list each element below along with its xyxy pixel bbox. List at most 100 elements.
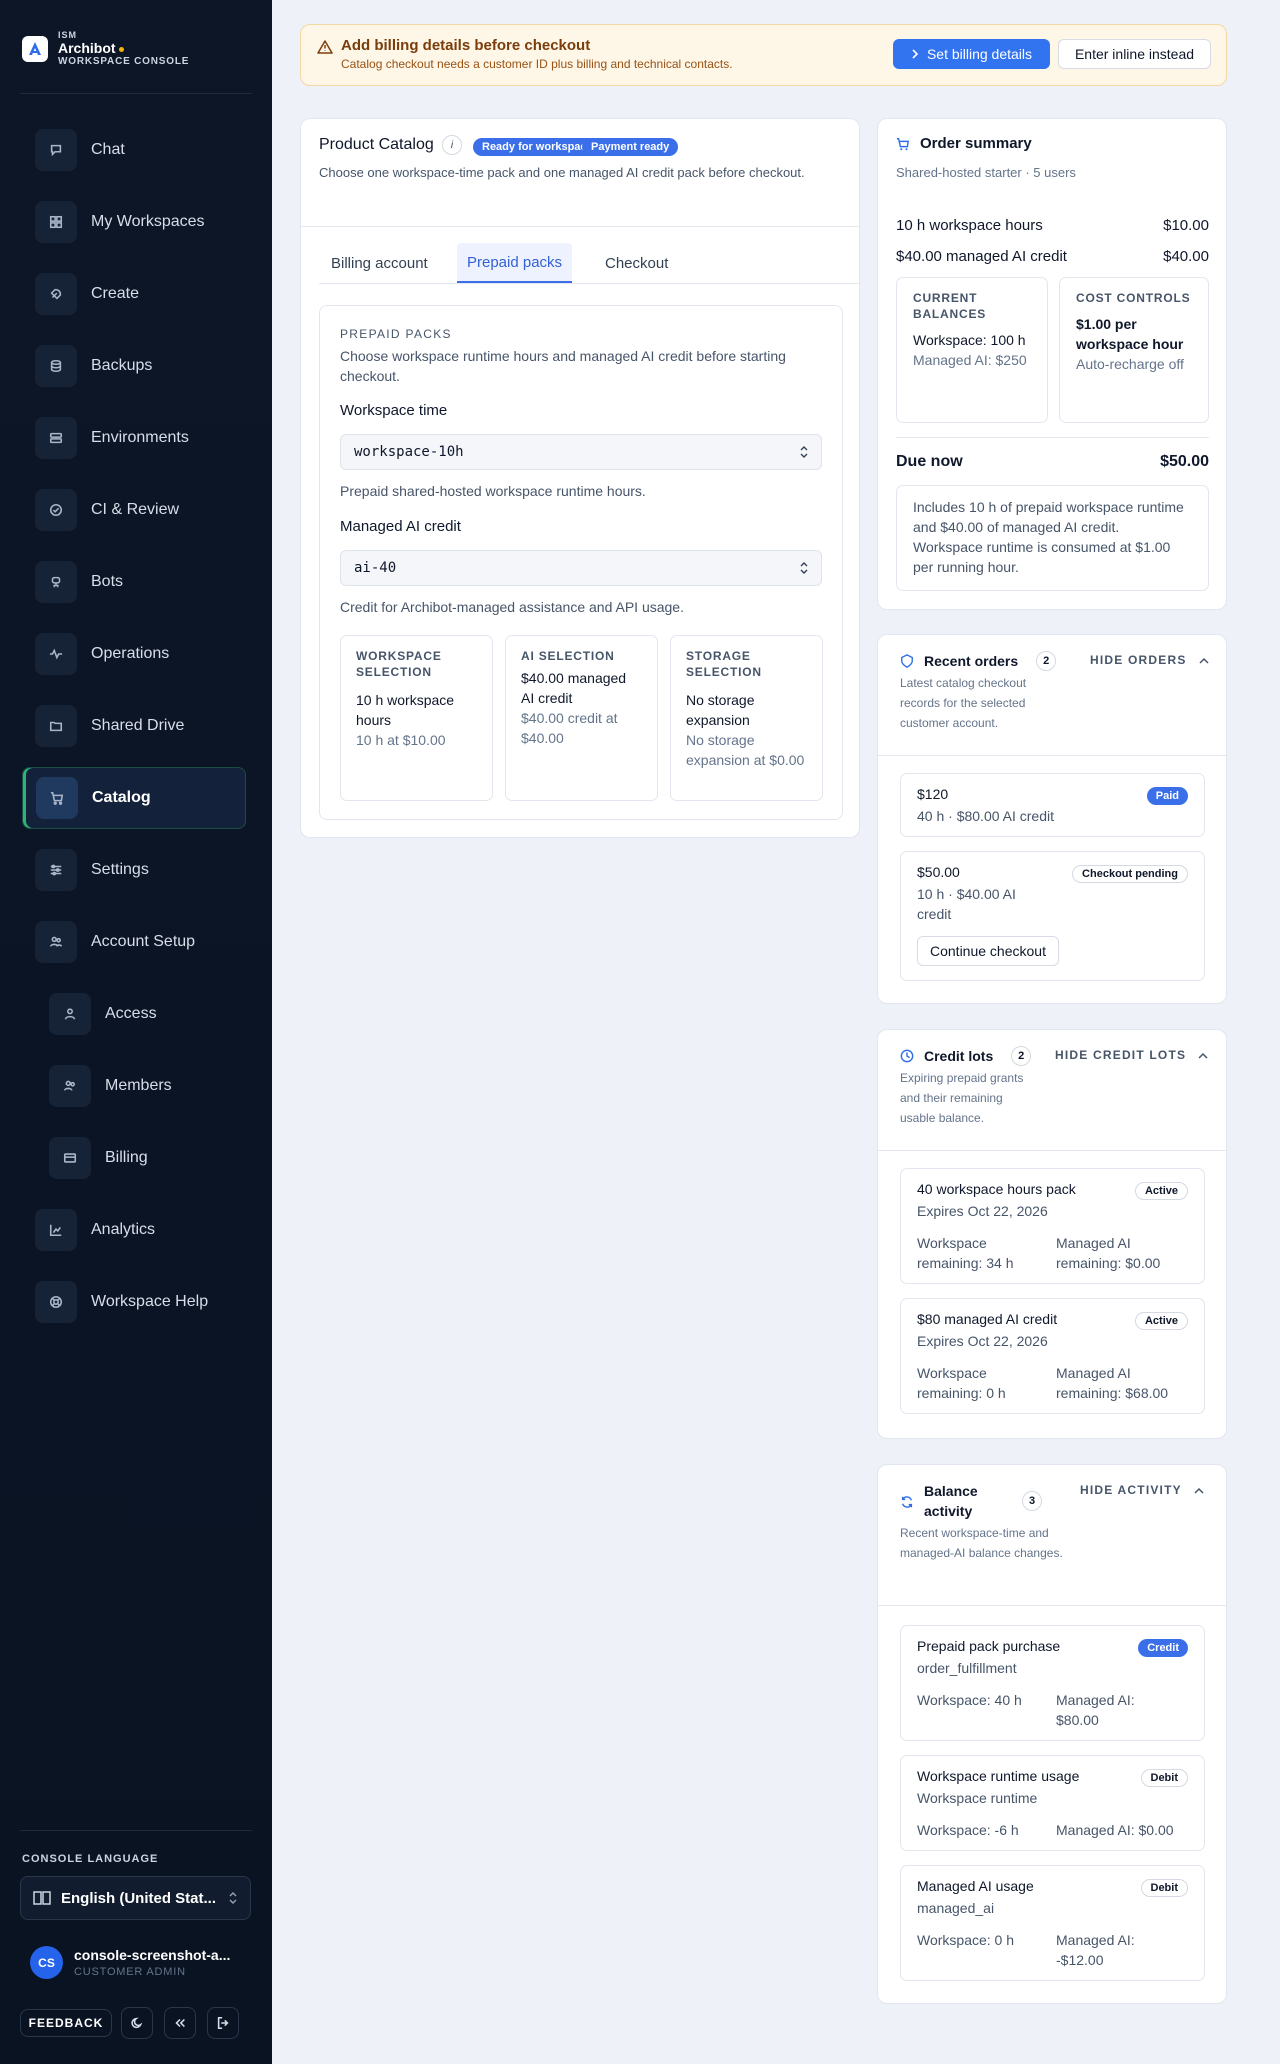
sidebar-item-label: Bots	[91, 573, 124, 590]
sign-out-button[interactable]	[207, 2007, 239, 2039]
tab-prepaid-packs[interactable]: Prepaid packs	[457, 243, 573, 283]
hide-credit-lots-button[interactable]: HIDE CREDIT LOTS	[1055, 1048, 1208, 1062]
sidebar-item-access[interactable]: Access	[36, 983, 246, 1045]
order-summary-subtitle: Shared-hosted starter · 5 users	[896, 165, 1076, 180]
list-item[interactable]: $50.00 10 h · $40.00 AI credit Checkout …	[900, 851, 1205, 981]
hide-activity-button[interactable]: HIDE ACTIVITY	[1080, 1483, 1204, 1497]
summary-detail: 10 h at $10.00	[356, 732, 446, 748]
lot-expiry: Expires Oct 22, 2026	[917, 1203, 1048, 1219]
divider	[20, 1830, 252, 1831]
activity-title: Workspace runtime usage	[917, 1768, 1080, 1784]
sidebar-item-label: Shared Drive	[91, 717, 185, 734]
list-item[interactable]: $80 managed AI credit Expires Oct 22, 20…	[900, 1298, 1205, 1414]
sidebar-item-operations[interactable]: Operations	[22, 623, 246, 685]
line-label: 10 h workspace hours	[896, 217, 1043, 234]
user-profile[interactable]: CS console-screenshot-a... CUSTOMER ADMI…	[30, 1946, 230, 1979]
status-badge: Paid	[1146, 787, 1188, 805]
brand-subtitle: WORKSPACE CONSOLE	[58, 56, 190, 67]
chat-icon	[35, 129, 77, 171]
balances-label: CURRENT BALANCES	[913, 291, 987, 321]
chevron-up-icon	[1194, 1487, 1204, 1494]
hide-activity-label: HIDE ACTIVITY	[1080, 1483, 1182, 1497]
list-item[interactable]: Prepaid pack purchase order_fulfillment …	[900, 1625, 1205, 1741]
info-icon[interactable]: i	[442, 135, 462, 155]
payment-badge: Payment ready	[582, 138, 679, 156]
feedback-button[interactable]: FEEDBACK	[20, 2009, 112, 2037]
activity-title: Managed AI usage	[917, 1878, 1034, 1894]
chevron-right-icon	[912, 49, 919, 59]
sidebar-item-analytics[interactable]: Analytics	[22, 1199, 246, 1261]
enter-inline-button[interactable]: Enter inline instead	[1058, 39, 1211, 69]
lot-workspace-remaining: Workspace remaining: 0 h	[917, 1365, 1006, 1401]
users-icon	[35, 921, 77, 963]
cost-controls-value: $1.00 per workspace hour	[1076, 316, 1184, 352]
lifebuoy-icon	[35, 1281, 77, 1323]
catalog-description: Choose one workspace-time pack and one m…	[319, 165, 805, 180]
tab-billing-account[interactable]: Billing account	[321, 243, 438, 283]
sidebar-item-billing[interactable]: Billing	[36, 1127, 246, 1189]
sidebar-item-ci-review[interactable]: CI & Review	[22, 479, 246, 541]
list-item[interactable]: $120 40 h · $80.00 AI credit Paid	[900, 773, 1205, 837]
sidebar-item-label: Workspace Help	[91, 1293, 209, 1310]
language-select[interactable]: English (United Stat...	[20, 1876, 251, 1920]
cost-controls-label: COST CONTROLS	[1076, 291, 1191, 305]
summary-label: WORKSPACE SELECTION	[356, 649, 442, 679]
divider	[878, 1150, 1226, 1151]
sidebar-item-workspace-help[interactable]: Workspace Help	[22, 1271, 246, 1333]
status-badge: Debit	[1140, 1879, 1188, 1897]
collapse-sidebar-button[interactable]	[164, 2007, 196, 2039]
hide-orders-button[interactable]: HIDE ORDERS	[1090, 653, 1209, 667]
summary-detail: No storage expansion at $0.00	[686, 732, 805, 768]
recent-orders-card: Recent orders 2 Latest catalog checkout …	[877, 634, 1227, 1004]
sidebar-item-members[interactable]: Members	[36, 1055, 246, 1117]
sidebar-item-account-setup[interactable]: Account Setup	[22, 911, 246, 973]
set-billing-details-button[interactable]: Set billing details	[893, 39, 1050, 69]
database-icon	[35, 345, 77, 387]
folder-icon	[35, 705, 77, 747]
sidebar-item-bots[interactable]: Bots	[22, 551, 246, 613]
managed-ai-value: ai-40	[354, 560, 397, 576]
workspace-time-value: workspace-10h	[354, 444, 464, 460]
sidebar-item-label: Analytics	[91, 1221, 156, 1238]
workspace-time-select[interactable]: workspace-10h	[340, 434, 822, 470]
list-item[interactable]: Managed AI usage managed_ai Debit Worksp…	[900, 1865, 1205, 1981]
managed-ai-help: Credit for Archibot-managed assistance a…	[340, 599, 684, 615]
sidebar-item-my-workspaces[interactable]: My Workspaces	[22, 191, 246, 253]
sidebar-item-label: Create	[91, 285, 140, 302]
theme-toggle-button[interactable]	[121, 2007, 153, 2039]
sidebar-item-create[interactable]: Create	[22, 263, 246, 325]
sidebar-item-backups[interactable]: Backups	[22, 335, 246, 397]
activity-workspace: Workspace: -6 h	[917, 1822, 1019, 1838]
cost-controls: COST CONTROLS $1.00 per workspace hour A…	[1059, 277, 1209, 423]
cart-icon	[896, 137, 910, 150]
brand[interactable]: ISM Archibot WORKSPACE CONSOLE	[22, 30, 189, 67]
list-item[interactable]: Workspace runtime usage Workspace runtim…	[900, 1755, 1205, 1851]
managed-ai-select[interactable]: ai-40	[340, 550, 822, 586]
grid-icon	[35, 201, 77, 243]
sidebar-item-settings[interactable]: Settings	[22, 839, 246, 901]
user-icon	[49, 993, 91, 1035]
divider	[20, 93, 252, 94]
credit-lots-count: 2	[1011, 1046, 1032, 1066]
continue-checkout-button[interactable]: Continue checkout	[917, 936, 1059, 966]
tab-checkout[interactable]: Checkout	[595, 243, 678, 283]
status-dot-icon	[118, 46, 124, 52]
lot-title: 40 workspace hours pack	[917, 1181, 1076, 1197]
sidebar-item-label: Settings	[91, 861, 149, 878]
balances-detail: Managed AI: $250	[913, 352, 1027, 368]
activity-source: order_fulfillment	[917, 1660, 1017, 1676]
sidebar-item-environments[interactable]: Environments	[22, 407, 246, 469]
sidebar-item-catalog[interactable]: Catalog	[22, 767, 246, 829]
chevron-up-down-icon	[800, 562, 808, 574]
brand-name: Archibot	[58, 40, 116, 56]
list-item[interactable]: 40 workspace hours pack Expires Oct 22, …	[900, 1168, 1205, 1284]
bot-icon	[35, 561, 77, 603]
chevron-up-down-icon	[800, 446, 808, 458]
activity-workspace: Workspace: 0 h	[917, 1932, 1015, 1948]
activity-ai: Managed AI: $80.00	[1056, 1692, 1135, 1728]
lot-expiry: Expires Oct 22, 2026	[917, 1333, 1048, 1349]
user-role: CUSTOMER ADMIN	[74, 1966, 186, 1978]
section-description: Choose workspace runtime hours and manag…	[340, 348, 786, 384]
sidebar-item-chat[interactable]: Chat	[22, 119, 246, 181]
sidebar-item-shared-drive[interactable]: Shared Drive	[22, 695, 246, 757]
